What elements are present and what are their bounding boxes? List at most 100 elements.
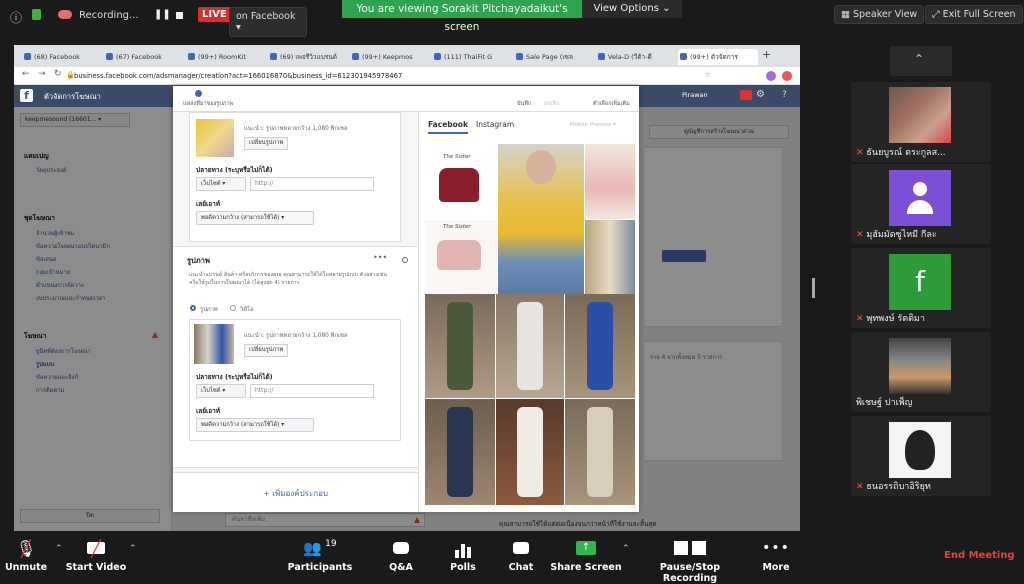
destination-url-input[interactable]: http://	[250, 177, 374, 191]
reload-icon[interactable]: ↻	[54, 69, 62, 79]
speaker-view-button[interactable]: ▦ Speaker View	[834, 5, 925, 24]
gear-icon[interactable]: ⚙	[756, 89, 765, 100]
destination-select[interactable]: เว็บไซต์ ▾	[196, 177, 246, 191]
product-image-pink-model	[585, 144, 635, 219]
add-component-button[interactable]: + เพิ่มองค์ประกอบ	[173, 487, 418, 500]
tab-instagram[interactable]: Instagram	[476, 120, 514, 129]
product-image-beige	[585, 220, 635, 294]
participant-tile[interactable]: ✕ ธนอรรถิบาอิริยุท	[851, 416, 991, 496]
change-image-button[interactable]: เปลี่ยนรูปภาพ	[244, 344, 289, 357]
layout-select[interactable]: พอดีความกว้าง (สามารถใช้ได้) ▾	[196, 418, 314, 432]
participants-label: Participants	[287, 562, 353, 573]
product-image-green-suit	[425, 294, 495, 398]
participant-tile[interactable]: ✕ ธันยบูรณ์ ตระกูลส...	[851, 82, 991, 162]
participant-name-text: มุฮัมมัดซูไหมี กีละ	[866, 230, 937, 240]
radio-video[interactable]	[230, 305, 236, 311]
destination-select-value: เว็บไซต์	[201, 181, 221, 187]
destination-label: ปลายทาง (ระบุหรือไม่ก็ได้)	[196, 166, 273, 174]
participants-button[interactable]: 👥 19 Participants	[280, 536, 360, 576]
participant-name-text: พุทพงษ์ รัตติมา	[866, 314, 925, 324]
scroll-up-button[interactable]: ⌃	[890, 46, 952, 76]
fb-user-name[interactable]: Pirawan	[682, 91, 708, 99]
more-label: More	[762, 562, 790, 573]
destination-url-input[interactable]: http://	[250, 384, 374, 398]
facebook-logo-icon[interactable]: f	[20, 89, 33, 102]
recording-button[interactable]: Pause/Stop Recording	[640, 536, 740, 584]
tab-facebook[interactable]: Facebook	[428, 120, 468, 134]
section-description: แนะนำแบรนด์ สินค้า หรือบริการของคุณ คุณส…	[189, 272, 387, 286]
browser-tab[interactable]: (67) Facebook	[104, 49, 184, 65]
browser-tab[interactable]: (111) ThaiFit G	[432, 49, 512, 65]
cancel-label[interactable]: ยกเลิก	[544, 100, 559, 108]
start-video-button[interactable]: ╱ Start Video	[56, 536, 136, 576]
view-options-button[interactable]: View Options ⌄	[582, 0, 682, 18]
more-options-label[interactable]: ตัวเลือกเพิ่มเติม	[593, 100, 630, 108]
exit-full-screen-label: Exit Full Screen	[942, 9, 1016, 20]
garment-shape	[587, 407, 613, 497]
browser-tab-active[interactable]: (99+) ตัวจัดการ	[678, 49, 758, 65]
new-tab-icon[interactable]: +	[762, 48, 771, 61]
garment-shape	[517, 407, 543, 497]
viewing-banner: You are viewing Sorakit Pitchayadaikut's…	[342, 0, 582, 33]
preview-column: Facebook Instagram Mobile Preview ▾ The …	[418, 112, 639, 512]
destination-select-value: เว็บไซต์	[201, 388, 221, 394]
recording-label: Recording...	[79, 10, 139, 21]
lock-icon[interactable]	[32, 9, 41, 20]
back-icon[interactable]: ←	[22, 69, 30, 79]
cursor-icon	[402, 257, 408, 263]
layout-select[interactable]: พอดีความกว้าง (สามารถใช้ได้) ▾	[196, 211, 314, 225]
more-icon[interactable]: •••	[373, 253, 387, 262]
model-image-yellow	[498, 144, 584, 294]
zoom-top-bar: ⓘ Recording... ❚❚ LIVE on Facebook ▾ You…	[0, 0, 1024, 37]
participant-tile[interactable]: ✕ มุฮัมมัดซูไหมี กีละ	[851, 164, 991, 244]
address-bar[interactable]: ← → ↻ 🔒 business.facebook.com/adsmanager…	[14, 67, 800, 85]
source-icon[interactable]	[195, 90, 202, 97]
product-image-red-top: The Sister	[425, 144, 497, 219]
more-icon: •••	[762, 540, 790, 556]
head-label[interactable]: แหล่งที่มาของรูปภาพ	[183, 100, 233, 108]
browser-tab[interactable]: (99+) Keepmos	[350, 49, 430, 65]
pause-icon[interactable]: ❚❚	[154, 9, 171, 20]
profile-avatar[interactable]	[766, 71, 776, 81]
participant-tile[interactable]: พิเชษฐ์ ปาเพ็ญ	[851, 332, 991, 412]
help-icon[interactable]: ?	[782, 90, 787, 100]
garment-shape	[517, 302, 543, 390]
share-screen-button[interactable]: ↑ Share Screen	[546, 536, 626, 576]
layout-select-value: พอดีความกว้าง (สามารถใช้ได้)	[201, 215, 280, 221]
chevron-up-icon: ⌃	[914, 52, 925, 66]
more-button[interactable]: ••• More	[736, 536, 816, 576]
browser-tab[interactable]: (99+) RoomKit	[186, 49, 266, 65]
preview-select-value: Mobile Preview	[570, 122, 612, 128]
cloud-record-icon	[58, 10, 72, 19]
notification-icon[interactable]	[740, 90, 752, 100]
participant-avatar	[889, 170, 951, 226]
live-target-dropdown[interactable]: on Facebook ▾	[229, 7, 307, 37]
destination-select[interactable]: เว็บไซต์ ▾	[196, 384, 246, 398]
participant-name: ✕ มุฮัมมัดซูไหมี กีละ	[856, 227, 937, 241]
star-icon[interactable]: ☆	[704, 70, 711, 79]
radio-image[interactable]	[190, 305, 196, 311]
browser-tab[interactable]: Vela-D (วีต้า-ดี	[596, 49, 676, 65]
product-image-pink-top: The Sister	[425, 220, 497, 294]
browser-tab[interactable]: Sale Page (เซล	[514, 49, 594, 65]
forward-icon[interactable]: →	[38, 69, 46, 79]
live-target-label: on Facebook	[236, 11, 296, 22]
resize-handle[interactable]	[812, 278, 815, 298]
change-image-button[interactable]: เปลี่ยนรูปภาพ	[244, 137, 289, 150]
participant-tile[interactable]: f ✕ พุทพงษ์ รัตติมา	[851, 248, 991, 328]
preview-select[interactable]: Mobile Preview ▾	[570, 122, 616, 128]
save-label[interactable]: บันทึก	[517, 100, 531, 108]
fb-header-title: ตัวจัดการโฆษณา	[44, 92, 101, 101]
mic-muted-icon: ✕	[856, 148, 864, 158]
chevron-up-icon[interactable]: ⌃	[129, 544, 137, 554]
stop-icon[interactable]	[176, 12, 183, 19]
garment-shape	[587, 302, 613, 390]
browser-tab[interactable]: (68) Facebook	[22, 49, 102, 65]
info-icon[interactable]: ⓘ	[10, 9, 22, 26]
extension-icon[interactable]	[782, 71, 792, 81]
zoom-toolbar: 🎙 ╱ Unmute ⌃ ╱ Start Video ⌃ 👥 19 Particip…	[0, 536, 1024, 584]
chevron-up-icon[interactable]: ⌃	[622, 544, 630, 554]
end-meeting-button[interactable]: End Meeting	[944, 550, 1015, 561]
browser-tab[interactable]: (69) เพจรีวิวแบรนด์	[268, 49, 348, 65]
exit-full-screen-button[interactable]: ⤢ Exit Full Screen	[925, 5, 1023, 24]
